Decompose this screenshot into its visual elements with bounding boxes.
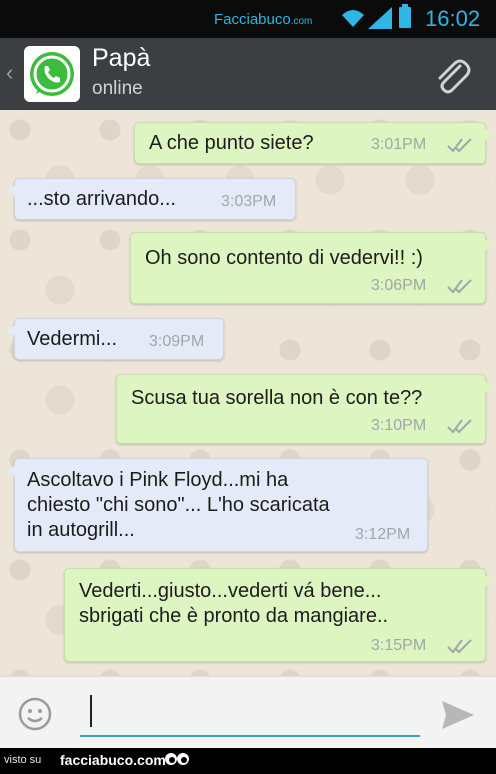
- message-bubble-outgoing[interactable]: Scusa tua sorella non è con te?? 3:10PM: [116, 374, 494, 444]
- message-bubble-outgoing[interactable]: Oh sono contento di vedervi!! :) 3:06PM: [130, 232, 494, 304]
- message-bubble-incoming[interactable]: ...sto arrivando... 3:03PM: [6, 178, 296, 220]
- status-bar-site-suffix: .com: [290, 16, 313, 27]
- compose-bar: [0, 676, 496, 748]
- message-time: 3:10PM: [371, 417, 427, 434]
- message-time: 3:12PM: [355, 526, 411, 543]
- message-text: Ascoltavo i Pink Floyd...mi ha chiesto "…: [27, 469, 330, 541]
- status-bar-time: 16:02: [425, 6, 481, 31]
- contact-name[interactable]: Papà: [92, 44, 150, 73]
- chat-header: ‹ Papà online: [0, 38, 496, 110]
- footer-prefix: visto su: [4, 754, 42, 766]
- message-bubble-incoming[interactable]: Ascoltavo i Pink Floyd...mi ha chiesto "…: [6, 458, 428, 552]
- double-check-icon: [447, 138, 472, 153]
- message-time: 3:03PM: [221, 193, 277, 210]
- message-text: A che punto siete?: [149, 132, 314, 154]
- message-bubble-outgoing[interactable]: A che punto siete? 3:01PM: [134, 122, 494, 164]
- message-input[interactable]: [80, 691, 420, 737]
- message-time: 3:06PM: [371, 277, 427, 294]
- watermark-footer: visto su facciabuco.com: [0, 748, 496, 774]
- message-bubble-incoming[interactable]: Vedermi... 3:09PM: [6, 318, 224, 360]
- contact-status: online: [92, 78, 143, 99]
- message-time: 3:09PM: [149, 333, 205, 350]
- message-text: Scusa tua sorella non è con te??: [131, 387, 423, 409]
- battery-icon: [399, 4, 411, 28]
- text-cursor: [90, 695, 92, 727]
- chevron-left-icon[interactable]: ‹: [6, 60, 13, 86]
- message-time: 3:15PM: [371, 637, 427, 654]
- status-bar-site: Facciabuco.com: [214, 11, 313, 28]
- wifi-icon: [342, 10, 364, 27]
- message-text: Oh sono contento di vedervi!! :): [145, 247, 423, 269]
- message-text: ...sto arrivando...: [27, 188, 176, 210]
- send-icon[interactable]: [440, 699, 476, 731]
- status-bar: Facciabuco.com 16:02: [0, 0, 496, 38]
- message-time: 3:01PM: [371, 136, 427, 153]
- footer-site[interactable]: facciabuco.com: [60, 752, 166, 768]
- paperclip-icon[interactable]: [430, 54, 474, 98]
- message-text: Vederti...giusto...vederti vá bene... sb…: [79, 580, 389, 627]
- signal-icon: [368, 7, 392, 29]
- double-check-icon: [447, 419, 472, 434]
- smiley-icon[interactable]: [18, 697, 52, 731]
- eyes-logo-icon: [165, 753, 189, 765]
- message-list[interactable]: A che punto siete? 3:01PM ...sto arrivan…: [0, 110, 496, 676]
- whatsapp-logo-icon[interactable]: [24, 46, 80, 102]
- double-check-icon: [447, 639, 472, 654]
- message-bubble-outgoing[interactable]: Vederti...giusto...vederti vá bene... sb…: [64, 568, 494, 662]
- message-text: Vedermi...: [27, 328, 118, 350]
- double-check-icon: [447, 279, 472, 294]
